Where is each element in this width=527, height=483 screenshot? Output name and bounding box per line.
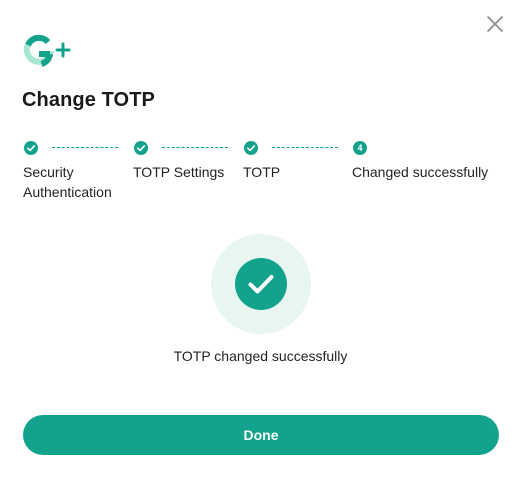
close-icon[interactable] — [484, 13, 506, 35]
step-4-number-badge: 4 — [353, 141, 367, 155]
g-plus-logo — [22, 34, 72, 67]
step-3-label: TOTP — [243, 164, 281, 180]
stepper: Security Authentication TOTP Settings TO… — [0, 138, 527, 208]
success-message: TOTP changed successfully — [173, 348, 348, 364]
step-2-check-icon — [134, 141, 148, 155]
done-button[interactable]: Done — [23, 415, 499, 455]
step-3-check-icon — [244, 141, 258, 155]
step-2-label: TOTP Settings — [133, 164, 225, 180]
step-4-label: Changed successfully — [352, 164, 489, 180]
close-button[interactable] — [484, 13, 506, 35]
step-connector — [162, 147, 228, 148]
success-check-icon — [235, 258, 287, 310]
step-1-label: Security Authentication — [23, 164, 112, 200]
success-icon-container — [211, 234, 311, 334]
step-1-check-icon — [24, 141, 38, 155]
step-connector — [52, 147, 118, 148]
change-totp-dialog: Change TOTP Security Authentication TOTP… — [0, 0, 527, 483]
step-connector — [272, 147, 338, 148]
dialog-title: Change TOTP — [22, 89, 155, 111]
step-4-number: 4 — [357, 143, 363, 153]
